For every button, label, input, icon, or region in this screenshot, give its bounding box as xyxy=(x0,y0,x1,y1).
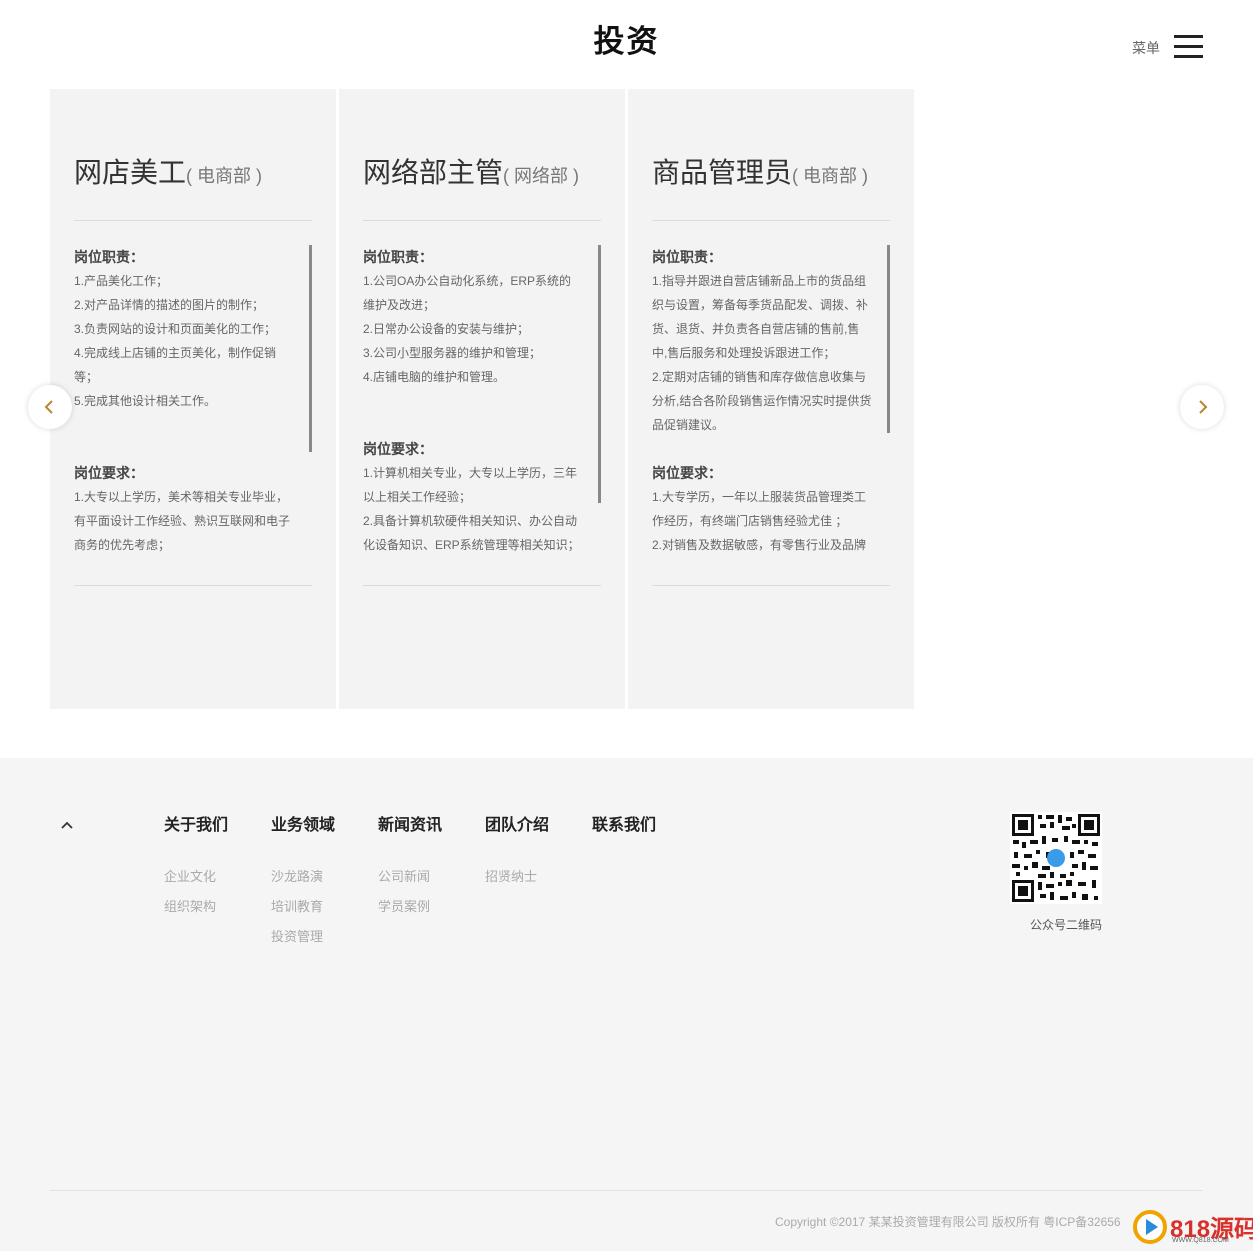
requirement-item: 1.计算机相关专业，大专以上学历，三年以上相关工作经验； xyxy=(363,466,578,504)
requirement-item: 2.具备计算机软硬件相关知识、办公自动化设备知识、ERP系统管理等相关知识； xyxy=(363,514,580,552)
job-card-3: 商品管理员( 电商部 ) 岗位职责： 1.指导并跟进自营店铺新品上市的货品组织与… xyxy=(628,89,914,709)
job-title: 商品管理员( 电商部 ) xyxy=(652,151,868,191)
footer-link[interactable]: 公司新闻 xyxy=(378,862,442,892)
job-description[interactable]: 岗位职责： 1.指导并跟进自营店铺新品上市的货品组织与设置，筹备每季货品配发、调… xyxy=(652,245,890,562)
duty-item: 1.公司OA办公自动化系统，ERP系统的维护及改进； xyxy=(363,274,572,312)
footer-divider xyxy=(50,1190,1203,1191)
menu-label[interactable]: 菜单 xyxy=(1132,38,1160,58)
job-dept: ( 电商部 ) xyxy=(186,166,263,186)
scrollbar-thumb[interactable] xyxy=(309,245,312,452)
chevron-left-icon xyxy=(44,400,53,414)
requirement-item: 1.大专以上学历，美术等相关专业毕业，有平面设计工作经验、熟识互联网和电子商务的… xyxy=(74,490,291,552)
scrollbar[interactable] xyxy=(309,245,312,562)
next-arrow-button[interactable] xyxy=(1180,385,1224,429)
scrollbar[interactable] xyxy=(598,245,601,562)
footer-col-business: 业务领域 沙龙路演 培训教育 投资管理 xyxy=(271,816,335,952)
requirement-item: 2.对销售及数据敏感，有零售行业及品牌 xyxy=(652,538,867,552)
duty-item: 1.产品美化工作； xyxy=(74,274,169,288)
duty-item: 3.负责网站的设计和页面美化的工作； xyxy=(74,322,277,336)
job-description[interactable]: 岗位职责： 1.产品美化工作； 2.对产品详情的描述的图片的制作； 3.负责网站… xyxy=(74,245,312,562)
job-title: 网店美工( 电商部 ) xyxy=(74,151,262,191)
job-description[interactable]: 岗位职责： 1.公司OA办公自动化系统，ERP系统的维护及改进； 2.日常办公设… xyxy=(363,245,601,562)
copyright-text: Copyright ©2017 某某投资管理有限公司 版权所有 粤ICP备326… xyxy=(775,1215,1121,1229)
back-to-top-button[interactable] xyxy=(56,814,78,836)
qr-code-icon xyxy=(1010,812,1102,904)
duty-title: 岗位职责： xyxy=(652,249,722,265)
footer-col-title[interactable]: 团队介绍 xyxy=(485,816,549,836)
card-divider xyxy=(652,220,890,221)
job-name: 网店美工 xyxy=(74,157,187,188)
job-name: 商品管理员 xyxy=(652,157,793,188)
footer-col-title[interactable]: 联系我们 xyxy=(592,816,656,836)
chevron-up-icon xyxy=(61,821,73,829)
requirement-title: 岗位要求： xyxy=(652,465,722,481)
scrollbar-thumb[interactable] xyxy=(887,245,890,433)
footer-link[interactable]: 沙龙路演 xyxy=(271,862,335,892)
job-dept: ( 网络部 ) xyxy=(503,166,580,186)
requirement-title: 岗位要求： xyxy=(363,441,433,457)
footer-link[interactable]: 组织架构 xyxy=(164,892,228,922)
duty-title: 岗位职责： xyxy=(363,249,433,265)
scrollbar[interactable] xyxy=(887,245,890,562)
duty-item: 2.对产品详情的描述的图片的制作； xyxy=(74,298,265,312)
qr-caption: 公众号二维码 xyxy=(1030,918,1103,932)
hamburger-menu-icon[interactable] xyxy=(1174,35,1203,59)
footer-link[interactable]: 培训教育 xyxy=(271,892,335,922)
footer-col-title[interactable]: 业务领域 xyxy=(271,816,335,836)
duty-item: 2.定期对店铺的销售和库存做信息收集与分析,结合各阶段销售运作情况实时提供货品促… xyxy=(652,370,872,432)
job-title: 网络部主管( 网络部 ) xyxy=(363,151,579,191)
duty-title: 岗位职责： xyxy=(74,249,144,265)
card-divider xyxy=(363,585,601,586)
card-divider xyxy=(74,220,312,221)
qr-code-image xyxy=(1010,812,1102,904)
job-card-1: 网店美工( 电商部 ) 岗位职责： 1.产品美化工作； 2.对产品详情的描述的图… xyxy=(50,89,336,709)
footer-col-title[interactable]: 新闻资讯 xyxy=(378,816,442,836)
prev-arrow-button[interactable] xyxy=(28,385,72,429)
footer-col-about: 关于我们 企业文化 组织架构 xyxy=(164,816,228,922)
play-logo-icon xyxy=(1133,1210,1167,1244)
job-card-2: 网络部主管( 网络部 ) 岗位职责： 1.公司OA办公自动化系统，ERP系统的维… xyxy=(339,89,625,709)
duty-item: 2.日常办公设备的安装与维护； xyxy=(363,322,530,336)
footer-col-contact: 联系我们 xyxy=(592,816,656,862)
footer-link[interactable]: 企业文化 xyxy=(164,862,228,892)
site-logo[interactable]: 投资 xyxy=(560,20,693,64)
footer: 关于我们 企业文化 组织架构 业务领域 沙龙路演 培训教育 投资管理 新闻资讯 … xyxy=(0,758,1253,1251)
card-divider xyxy=(652,585,890,586)
duty-item: 4.完成线上店铺的主页美化，制作促销等； xyxy=(74,346,277,384)
duty-item: 1.指导并跟进自营店铺新品上市的货品组织与设置，筹备每季货品配发、调拨、补货、退… xyxy=(652,274,869,360)
requirement-title: 岗位要求： xyxy=(74,465,144,481)
card-divider xyxy=(363,220,601,221)
footer-col-title[interactable]: 关于我们 xyxy=(164,816,228,836)
job-dept: ( 电商部 ) xyxy=(792,166,869,186)
footer-link[interactable]: 投资管理 xyxy=(271,922,335,952)
duty-item: 3.公司小型服务器的维护和管理； xyxy=(363,346,542,360)
duty-item: 5.完成其他设计相关工作。 xyxy=(74,394,217,408)
footer-col-team: 团队介绍 招贤纳士 xyxy=(485,816,549,892)
duty-item: 4.店铺电脑的维护和管理。 xyxy=(363,370,506,384)
card-divider xyxy=(74,585,312,586)
job-name: 网络部主管 xyxy=(363,157,504,188)
chevron-right-icon xyxy=(1199,400,1208,414)
scrollbar-thumb[interactable] xyxy=(598,245,601,503)
watermark-url: WWW.Q818.COM xyxy=(1172,1237,1229,1244)
footer-col-news: 新闻资讯 公司新闻 学员案例 xyxy=(378,816,442,922)
footer-link[interactable]: 学员案例 xyxy=(378,892,442,922)
watermark-logo: 818源码 WWW.Q818.COM xyxy=(1130,1207,1253,1249)
footer-link[interactable]: 招贤纳士 xyxy=(485,862,549,892)
requirement-item: 1.大专学历，一年以上服装货品管理类工作经历，有终端门店销售经验尤佳 ； xyxy=(652,490,867,528)
